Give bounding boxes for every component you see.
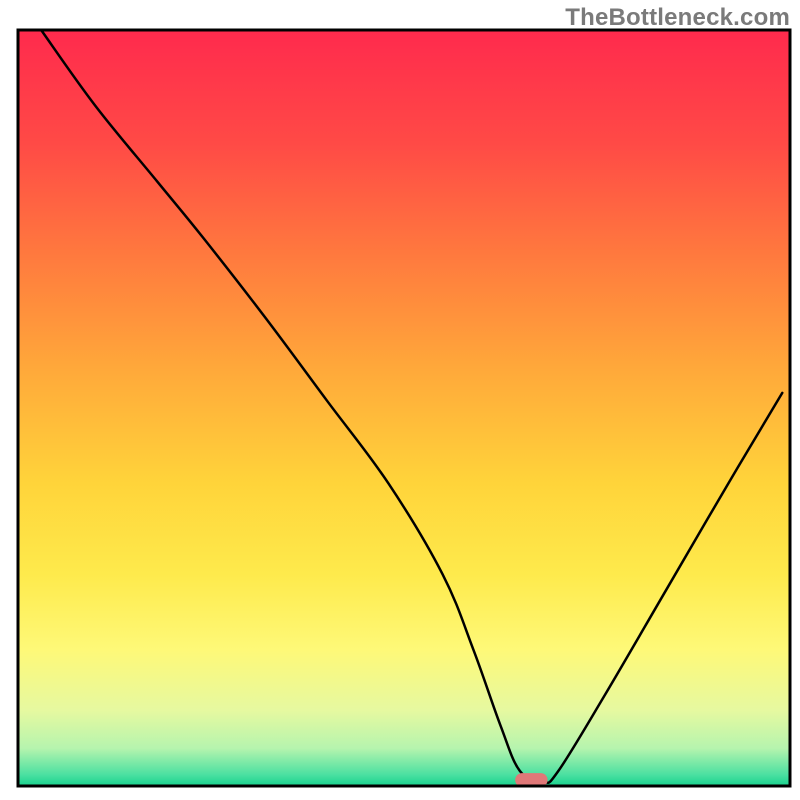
plot-area: [18, 30, 790, 787]
chart-background: [18, 30, 790, 786]
bottleneck-chart: [0, 0, 800, 800]
chart-container: TheBottleneck.com: [0, 0, 800, 800]
watermark-text: TheBottleneck.com: [565, 4, 790, 32]
